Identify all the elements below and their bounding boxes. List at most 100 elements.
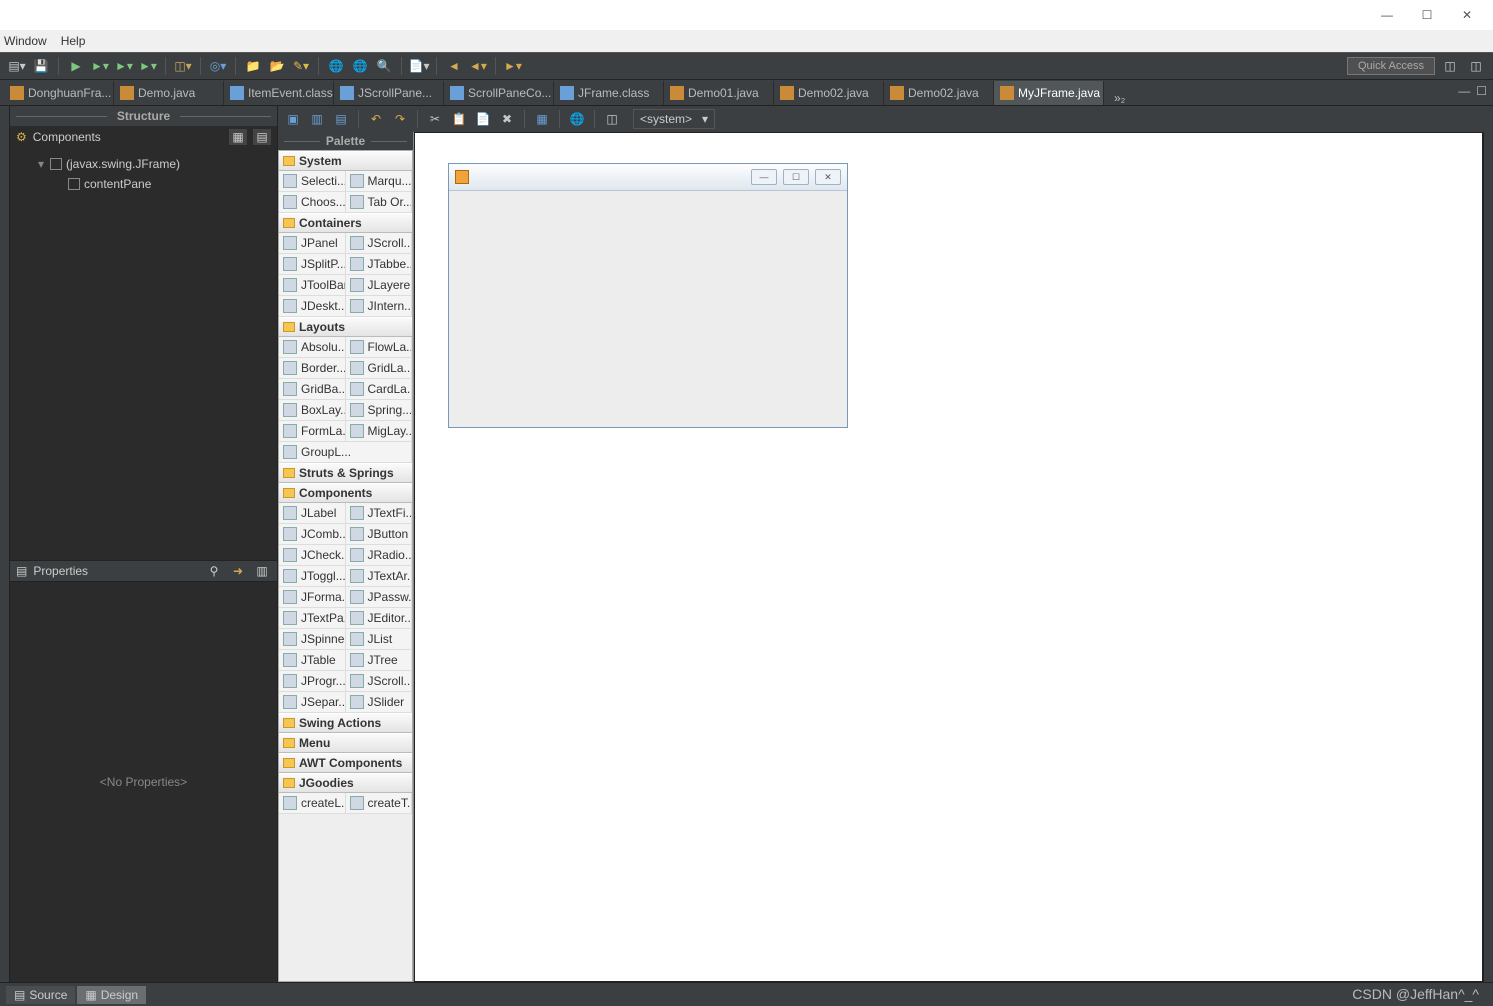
open-type-icon[interactable]: 📂 [266, 55, 288, 77]
paste-icon[interactable]: 📄 [472, 108, 494, 130]
look-and-feel-combo[interactable]: <system>▾ [633, 109, 715, 129]
palette-item[interactable]: JToggl... [279, 566, 346, 587]
search-icon[interactable]: 🔍 [373, 55, 395, 77]
open-resource-icon[interactable]: 📄▾ [408, 55, 430, 77]
palette-item[interactable]: JSlider [346, 692, 413, 713]
delete-icon[interactable]: ✖ [496, 108, 518, 130]
edtb-1-icon[interactable]: ▣ [282, 108, 304, 130]
palette-category[interactable]: System [279, 151, 412, 171]
components-tree[interactable]: ▾(javax.swing.JFrame)contentPane [10, 148, 277, 560]
jframe-minimize-button[interactable]: — [751, 169, 777, 185]
new-dropdown-icon[interactable]: ▤▾ [6, 55, 28, 77]
editor-minimize-icon[interactable]: — [1458, 84, 1470, 98]
palette-item[interactable]: JComb... [279, 524, 346, 545]
components-expand-icon[interactable]: ▦ [229, 129, 247, 145]
palette-item[interactable]: JSepar... [279, 692, 346, 713]
palette-item[interactable]: JTextFi... [346, 503, 413, 524]
window-maximize-button[interactable]: ☐ [1407, 4, 1447, 26]
palette-category[interactable]: JGoodies [279, 773, 412, 793]
globe-icon[interactable]: 🌐 [325, 55, 347, 77]
palette-item[interactable]: JToolBar [279, 275, 346, 296]
palette-item[interactable]: Border... [279, 358, 346, 379]
design-canvas[interactable]: — ☐ ✕ [414, 132, 1483, 982]
palette-item[interactable]: JScroll... [346, 233, 413, 254]
palette-item[interactable]: JForma... [279, 587, 346, 608]
back-history-icon[interactable]: ◄▾ [467, 55, 489, 77]
palette-item[interactable]: Marqu... [346, 171, 413, 192]
palette-item[interactable]: Tab Or... [346, 192, 413, 213]
jframe-content-pane[interactable] [449, 191, 847, 427]
package-icon[interactable]: ◫▾ [172, 55, 194, 77]
palette-list[interactable]: SystemSelecti...Marqu...Choos...Tab Or..… [278, 150, 413, 982]
menu-window[interactable]: Window [4, 34, 47, 48]
palette-item[interactable]: JCheck... [279, 545, 346, 566]
tab-source[interactable]: ▤ Source [6, 986, 75, 1004]
redo-icon[interactable]: ↷ [389, 108, 411, 130]
editor-tab[interactable]: Demo02.java [884, 81, 994, 105]
debug-icon[interactable]: ▶ [65, 55, 87, 77]
palette-item[interactable]: JScroll... [346, 671, 413, 692]
palette-category[interactable]: AWT Components [279, 753, 412, 773]
menu-help[interactable]: Help [61, 34, 86, 48]
palette-item[interactable]: JEditor... [346, 608, 413, 629]
palette-item[interactable]: JSpinner [279, 629, 346, 650]
jframe-maximize-button[interactable]: ☐ [783, 169, 809, 185]
palette-item[interactable]: JPanel [279, 233, 346, 254]
palette-item[interactable]: JPassw... [346, 587, 413, 608]
edit-icon[interactable]: ✎▾ [290, 55, 312, 77]
editor-tab[interactable]: Demo02.java [774, 81, 884, 105]
globe2-icon[interactable]: 🌐 [566, 108, 588, 130]
palette-item[interactable]: JTree [346, 650, 413, 671]
palette-item[interactable]: GridBa... [279, 379, 346, 400]
editor-tab[interactable]: DonghuanFra... [4, 81, 114, 105]
palette-item[interactable]: JLabel [279, 503, 346, 524]
palette-item[interactable]: Choos... [279, 192, 346, 213]
tree-node[interactable]: ▾(javax.swing.JFrame) [14, 154, 273, 174]
palette-category[interactable]: Menu [279, 733, 412, 753]
palette-item[interactable]: JTextPa... [279, 608, 346, 629]
palette-item[interactable]: GroupL... [279, 442, 412, 463]
properties-filter-icon[interactable]: ⚲ [205, 563, 223, 579]
palette-category[interactable]: Swing Actions [279, 713, 412, 733]
properties-view-icon[interactable]: ▥ [253, 563, 271, 579]
tabs-overflow[interactable]: »₂ [1108, 91, 1131, 105]
palette-item[interactable]: JTable [279, 650, 346, 671]
editor-tab[interactable]: JFrame.class [554, 81, 664, 105]
palette-item[interactable]: JSplitP... [279, 254, 346, 275]
palette-item[interactable]: Absolu... [279, 337, 346, 358]
window-minimize-button[interactable]: — [1367, 4, 1407, 26]
copy-icon[interactable]: 📋 [448, 108, 470, 130]
palette-item[interactable]: JTextAr... [346, 566, 413, 587]
tab-design[interactable]: ▦ Design [77, 986, 146, 1004]
palette-item[interactable]: JLayere... [346, 275, 413, 296]
palette-category[interactable]: Components [279, 483, 412, 503]
editor-tab[interactable]: ScrollPaneCo... [444, 81, 554, 105]
tree-twisty-icon[interactable]: ▾ [36, 157, 46, 171]
back-icon[interactable]: ◄ [443, 55, 465, 77]
window-close-button[interactable]: ✕ [1447, 4, 1487, 26]
forward-icon[interactable]: ►▾ [502, 55, 524, 77]
editor-maximize-icon[interactable]: ☐ [1476, 84, 1487, 98]
palette-item[interactable]: JTabbe... [346, 254, 413, 275]
jframe-preview[interactable]: — ☐ ✕ [448, 163, 848, 428]
palette-category[interactable]: Containers [279, 213, 412, 233]
new-project-icon[interactable]: 📁 [242, 55, 264, 77]
editor-tab[interactable]: Demo01.java [664, 81, 774, 105]
jframe-close-button[interactable]: ✕ [815, 169, 841, 185]
editor-tab[interactable]: MyJFrame.java✕ [994, 81, 1104, 105]
edtb-2-icon[interactable]: ▥ [306, 108, 328, 130]
palette-item[interactable]: MigLay... [346, 421, 413, 442]
save-icon[interactable]: 💾 [30, 55, 52, 77]
editor-tab[interactable]: JScrollPane... [334, 81, 444, 105]
palette-item[interactable]: BoxLay... [279, 400, 346, 421]
edtb-3-icon[interactable]: ▤ [330, 108, 352, 130]
palette-item[interactable]: Selecti... [279, 171, 346, 192]
palette-category[interactable]: Layouts [279, 317, 412, 337]
perspective-button-1[interactable]: ◫ [1439, 55, 1461, 77]
undo-icon[interactable]: ↶ [365, 108, 387, 130]
palette-item[interactable]: createL... [279, 793, 346, 814]
palette-item[interactable]: Spring... [346, 400, 413, 421]
components-collapse-icon[interactable]: ▤ [253, 129, 271, 145]
globe-alt-icon[interactable]: 🌐 [349, 55, 371, 77]
properties-goto-icon[interactable]: ➜ [229, 563, 247, 579]
